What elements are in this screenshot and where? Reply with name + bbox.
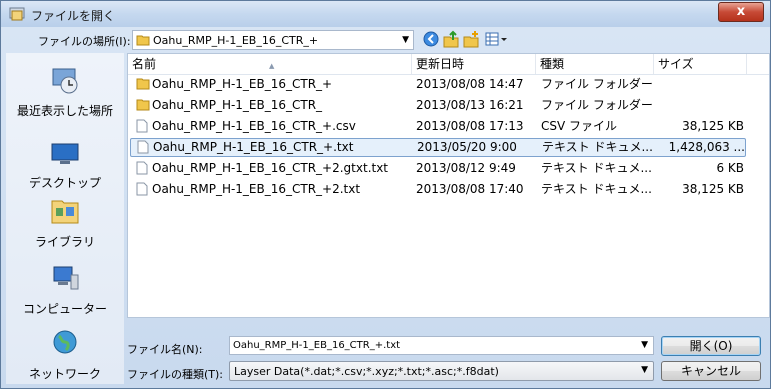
- file-type: ファイル フォルダー: [541, 77, 653, 91]
- computer-icon: [53, 266, 79, 290]
- sidebar-item-label: デスクトップ: [28, 176, 101, 190]
- sidebar-item-recent-places[interactable]: 最近表示した場所: [6, 63, 124, 119]
- places-sidebar: 最近表示した場所 デスクトップ ライブラリ コンピューター ネットワーク: [6, 53, 124, 384]
- file-name: Oahu_RMP_H-1_EB_16_CTR_+.txt: [153, 140, 354, 154]
- sidebar-item-label: ライブラリ: [34, 235, 95, 249]
- file-row[interactable]: Oahu_RMP_H-1_EB_16_CTR_+.csv 2013/08/08 …: [130, 117, 746, 136]
- dialog-title: ファイルを開く: [31, 9, 116, 23]
- column-header-label: 更新日時: [416, 57, 465, 71]
- file-icon: [136, 161, 148, 175]
- folder-icon: [136, 78, 150, 90]
- file-date: 2013/08/13 16:21: [416, 98, 524, 112]
- file-list[interactable]: 名前 ▲ 更新日時 種類 サイズ Oahu_RMP_H-1_EB_16_CTR_…: [127, 53, 770, 318]
- sort-ascending-icon: ▲: [269, 62, 275, 70]
- file-size: 1,428,063 ...: [668, 140, 745, 154]
- file-row[interactable]: Oahu_RMP_H-1_EB_16_CTR_+2.gtxt.txt 2013/…: [130, 159, 746, 178]
- file-type: CSV ファイル: [541, 119, 618, 133]
- file-row-selected[interactable]: Oahu_RMP_H-1_EB_16_CTR_+.txt 2013/05/20 …: [130, 138, 746, 157]
- column-header-type[interactable]: 種類: [536, 54, 654, 74]
- file-icon: [136, 182, 148, 196]
- file-icon: [136, 119, 148, 133]
- open-file-dialog: ファイルを開く x ファイルの場所(I): Oahu_RMP_H-1_EB_16…: [0, 0, 771, 389]
- column-header-label: サイズ: [658, 57, 694, 71]
- up-folder-icon[interactable]: [442, 29, 460, 49]
- recent-places-icon: [52, 68, 78, 94]
- look-in-combo[interactable]: Oahu_RMP_H-1_EB_16_CTR_+ ▼: [132, 30, 414, 50]
- sidebar-item-label: ネットワーク: [28, 367, 101, 381]
- look-in-label: ファイルの場所(I):: [38, 35, 131, 48]
- file-row[interactable]: Oahu_RMP_H-1_EB_16_CTR_ 2013/08/13 16:21…: [130, 96, 746, 115]
- chevron-down-icon[interactable]: ▼: [641, 340, 648, 350]
- column-header-label: 名前: [132, 57, 157, 71]
- file-type-label: ファイルの種類(T):: [127, 368, 224, 381]
- file-name: Oahu_RMP_H-1_EB_16_CTR_+2.txt: [152, 182, 361, 196]
- new-folder-icon[interactable]: [462, 29, 480, 49]
- chevron-down-icon: ▼: [641, 365, 648, 375]
- libraries-icon: [51, 200, 79, 224]
- file-date: 2013/08/12 9:49: [416, 161, 516, 175]
- file-date: 2013/08/08 14:47: [416, 77, 524, 91]
- column-header-size[interactable]: サイズ: [654, 54, 747, 74]
- back-icon[interactable]: [422, 29, 440, 49]
- folder-icon: [136, 99, 150, 111]
- file-name-label: ファイル名(N):: [127, 343, 203, 356]
- file-date: 2013/05/20 9:00: [417, 140, 517, 154]
- file-type-value: Layser Data(*.dat;*.csv;*.xyz;*.txt;*.as…: [234, 365, 499, 378]
- file-size: 38,125 KB: [682, 182, 744, 196]
- file-name-input[interactable]: [230, 337, 638, 354]
- file-icon: [137, 140, 149, 154]
- sidebar-item-desktop[interactable]: デスクトップ: [6, 141, 124, 191]
- file-date: 2013/08/08 17:13: [416, 119, 524, 133]
- sidebar-item-network[interactable]: ネットワーク: [6, 328, 124, 382]
- close-button[interactable]: x: [718, 2, 764, 22]
- file-date: 2013/08/08 17:40: [416, 182, 524, 196]
- file-size: 38,125 KB: [682, 119, 744, 133]
- view-menu-icon[interactable]: [484, 29, 508, 49]
- sidebar-item-libraries[interactable]: ライブラリ: [6, 196, 124, 250]
- network-icon: [53, 330, 77, 354]
- file-name: Oahu_RMP_H-1_EB_16_CTR_: [152, 98, 323, 112]
- file-type-select[interactable]: Layser Data(*.dat;*.csv;*.xyz;*.txt;*.as…: [229, 361, 654, 381]
- file-size: 6 KB: [716, 161, 744, 175]
- dialog-icon: [9, 7, 25, 21]
- sidebar-item-label: コンピューター: [22, 302, 107, 316]
- sidebar-item-label: 最近表示した場所: [16, 104, 113, 118]
- chevron-down-icon: ▼: [402, 35, 409, 45]
- sidebar-item-computer[interactable]: コンピューター: [6, 263, 124, 317]
- column-header-name[interactable]: 名前 ▲: [128, 54, 412, 74]
- file-name: Oahu_RMP_H-1_EB_16_CTR_+: [152, 77, 333, 91]
- column-header-date[interactable]: 更新日時: [412, 54, 536, 74]
- file-type: ファイル フォルダー: [541, 98, 653, 112]
- title-bar[interactable]: ファイルを開く x: [1, 1, 770, 27]
- file-name: Oahu_RMP_H-1_EB_16_CTR_+.csv: [152, 119, 356, 133]
- file-type: テキスト ドキュメ...: [541, 182, 652, 196]
- desktop-icon: [51, 143, 79, 164]
- file-name-combo[interactable]: ▼: [229, 336, 654, 355]
- file-type: テキスト ドキュメ...: [541, 161, 652, 175]
- open-button[interactable]: 開く(O): [661, 336, 761, 356]
- folder-icon: [136, 35, 150, 46]
- file-row[interactable]: Oahu_RMP_H-1_EB_16_CTR_+ 2013/08/08 14:4…: [130, 75, 746, 94]
- file-row[interactable]: Oahu_RMP_H-1_EB_16_CTR_+2.txt 2013/08/08…: [130, 180, 746, 199]
- column-header-label: 種類: [540, 57, 565, 71]
- cancel-button[interactable]: キャンセル: [661, 361, 761, 381]
- file-type: テキスト ドキュメ...: [542, 140, 653, 154]
- look-in-value: Oahu_RMP_H-1_EB_16_CTR_+: [153, 34, 319, 47]
- file-name: Oahu_RMP_H-1_EB_16_CTR_+2.gtxt.txt: [152, 161, 389, 175]
